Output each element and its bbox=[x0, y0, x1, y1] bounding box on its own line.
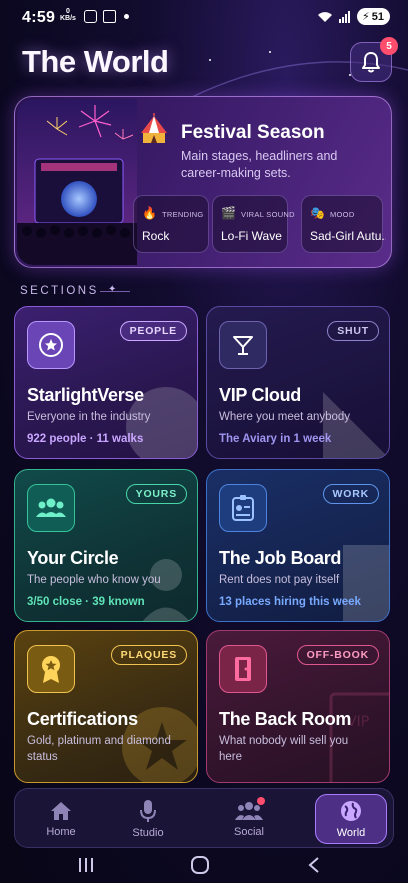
yours-badge: YOURS bbox=[125, 484, 187, 504]
screenshot-icon bbox=[84, 10, 97, 23]
card-title: StarlightVerse bbox=[27, 385, 144, 405]
notification-count-badge: 5 bbox=[380, 37, 398, 55]
festival-season-card[interactable]: Festival Season Main stages, headliners … bbox=[14, 96, 392, 268]
id-badge-icon bbox=[219, 484, 267, 532]
festival-title: Festival Season bbox=[181, 122, 325, 143]
card-title: Your Circle bbox=[27, 548, 119, 568]
viral-sound-chip[interactable]: 🎬 VIRAL SOUND Lo-Fi Wave bbox=[212, 195, 295, 253]
globe-icon bbox=[341, 801, 361, 821]
recent-apps-icon bbox=[79, 858, 93, 872]
nav-social[interactable]: Social bbox=[213, 789, 285, 849]
nav-studio[interactable]: Studio bbox=[112, 789, 184, 849]
mood-chip[interactable]: 🎭 MOOD Sad-Girl Autu... bbox=[301, 195, 386, 253]
group-icon bbox=[27, 484, 75, 532]
system-navigation-bar bbox=[0, 848, 408, 883]
card-title: The Back Room bbox=[219, 709, 352, 729]
card-subtitle: Everyone in the industry bbox=[27, 411, 151, 423]
fire-icon: 🔥 bbox=[142, 206, 157, 220]
card-subtitle: The people who know you bbox=[27, 574, 161, 586]
card-stat: 3/50 close · 39 known bbox=[27, 596, 145, 608]
signal-icon bbox=[339, 10, 351, 23]
bottom-navigation: Home Studio Social World bbox=[14, 788, 394, 848]
sections-heading: SECTIONS bbox=[20, 285, 99, 297]
microphone-icon bbox=[140, 800, 156, 822]
your-circle-card[interactable]: YOURS Your Circle The people who know yo… bbox=[14, 469, 198, 622]
network-speed: 0 KB/s bbox=[60, 8, 76, 22]
nav-home[interactable]: Home bbox=[25, 789, 97, 849]
globe-star-icon bbox=[27, 321, 75, 369]
back-chevron-icon bbox=[308, 857, 319, 873]
card-title: VIP Cloud bbox=[219, 385, 301, 405]
bell-icon bbox=[362, 52, 380, 73]
people-badge: PEOPLE bbox=[119, 321, 187, 341]
card-subtitle: Rent does not pay itself bbox=[219, 574, 340, 586]
home-icon bbox=[51, 802, 71, 820]
home-circle-icon bbox=[191, 856, 209, 874]
circus-tent-icon bbox=[137, 113, 171, 147]
card-subtitle: Gold, platinum and diamond status bbox=[27, 735, 171, 763]
job-board-card[interactable]: WORK The Job Board Rent does not pay its… bbox=[206, 469, 390, 622]
clapperboard-icon: 🎬 bbox=[221, 206, 236, 220]
certifications-card[interactable]: PLAQUES Certifications Gold, platinum an… bbox=[14, 630, 198, 783]
festival-stage-image bbox=[17, 99, 137, 265]
home-button[interactable] bbox=[188, 854, 212, 876]
sparkle-icon: ✦ bbox=[108, 284, 117, 295]
battery-indicator: ⚡ 51 bbox=[357, 8, 390, 25]
recent-apps-button[interactable] bbox=[74, 854, 98, 876]
off-book-badge: OFF-BOOK bbox=[296, 645, 379, 665]
nav-world[interactable]: World bbox=[315, 789, 387, 849]
wifi-icon bbox=[318, 11, 333, 22]
trending-chip[interactable]: 🔥 TRENDING Rock bbox=[133, 195, 209, 253]
award-ribbon-icon bbox=[27, 645, 75, 693]
vip-cloud-card[interactable]: SHUT VIP Cloud Where you meet anybody Th… bbox=[206, 306, 390, 459]
work-badge: WORK bbox=[322, 484, 379, 504]
status-time: 4:59 bbox=[22, 9, 56, 26]
cocktail-icon bbox=[219, 321, 267, 369]
shut-badge: SHUT bbox=[327, 321, 379, 341]
theater-masks-icon: 🎭 bbox=[310, 206, 325, 220]
status-bar: 4:59 0 KB/s ⚡ 51 bbox=[0, 0, 408, 36]
back-room-card[interactable]: VIP OFF-BOOK The Back Room What nobody w… bbox=[206, 630, 390, 783]
more-dot-icon bbox=[124, 14, 129, 19]
social-notification-dot bbox=[257, 797, 265, 805]
card-title: Certifications bbox=[27, 709, 138, 729]
status-right-icons: ⚡ 51 bbox=[317, 8, 390, 25]
starlightverse-card[interactable]: PEOPLE StarlightVerse Everyone in the in… bbox=[14, 306, 198, 459]
card-stat: The Aviary in 1 week bbox=[219, 433, 332, 445]
card-stat: 922 people · 11 walks bbox=[27, 433, 144, 445]
card-stat: 13 places hiring this week bbox=[219, 596, 361, 608]
plaques-badge: PLAQUES bbox=[110, 645, 187, 665]
gmail-icon bbox=[103, 10, 116, 23]
card-subtitle: What nobody will sell you here bbox=[219, 735, 349, 763]
festival-subtitle: Main stages, headliners and career-makin… bbox=[181, 149, 338, 180]
status-notification-icons bbox=[84, 10, 129, 23]
battery-bolt-icon: ⚡ bbox=[362, 11, 370, 23]
card-title: The Job Board bbox=[219, 548, 342, 568]
back-button[interactable] bbox=[302, 854, 326, 876]
page-title: The World bbox=[22, 44, 169, 79]
door-icon bbox=[219, 645, 267, 693]
card-subtitle: Where you meet anybody bbox=[219, 411, 351, 423]
